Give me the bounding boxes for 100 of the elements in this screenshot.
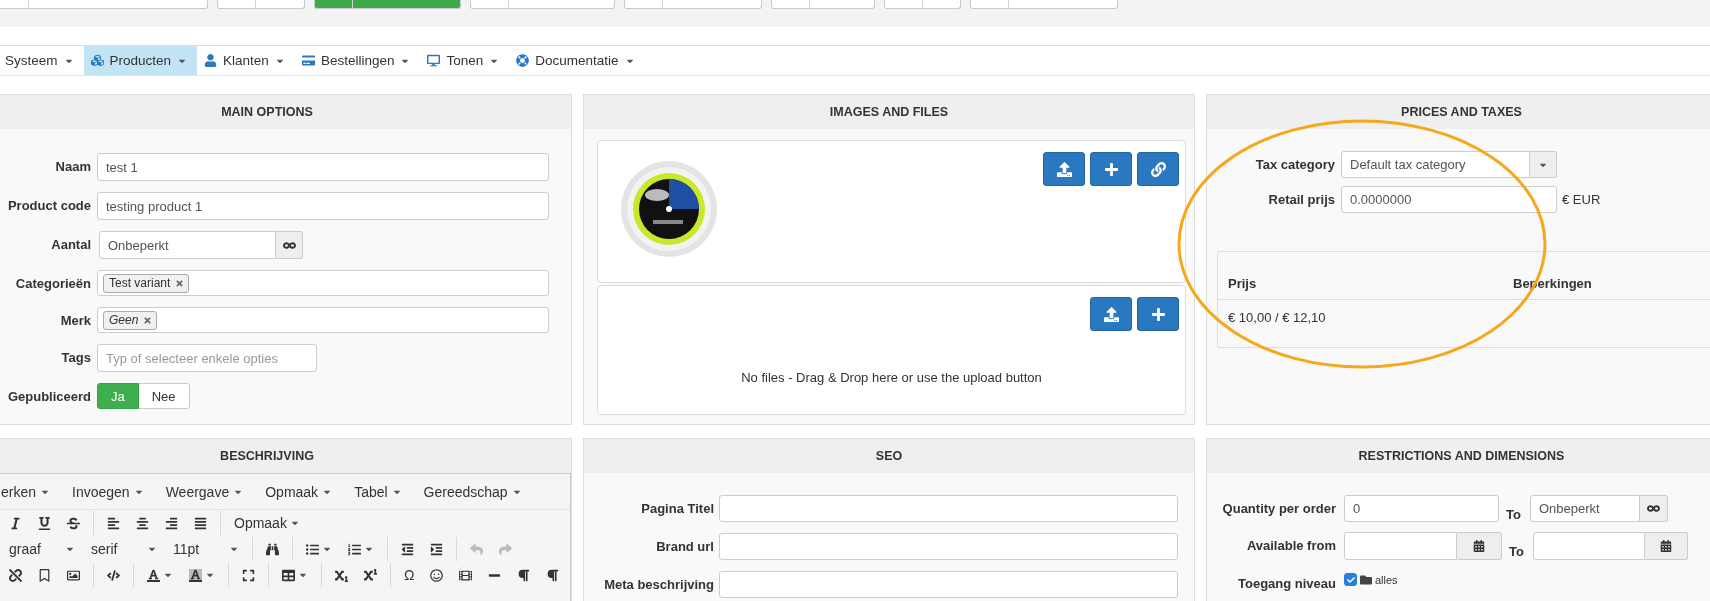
underline-icon: [38, 516, 51, 530]
text-field[interactable]: [719, 533, 1178, 560]
subscript-icon: [335, 568, 348, 582]
align-left-icon: [107, 516, 120, 530]
tag-chip[interactable]: Geen: [103, 310, 158, 330]
panel-title: RESTRICTIONS AND DIMENSIONS: [1358, 449, 1565, 463]
field-label: To: [1505, 506, 1522, 522]
table-icon: [282, 568, 295, 582]
column-header: Prijs: [1228, 276, 1258, 291]
text-field[interactable]: test 1: [97, 153, 549, 181]
date-field[interactable]: [1532, 532, 1688, 560]
nav-menu[interactable]: Systeem: [0, 46, 84, 75]
editor-menu[interactable]: Opmaak: [265, 483, 333, 500]
plus-icon: [1103, 161, 1119, 177]
tree-label: alles: [1375, 573, 1398, 586]
letter-a-icon: [147, 568, 160, 582]
upload-icon: [1103, 306, 1119, 322]
add-button[interactable]: [1090, 152, 1132, 186]
empty-message: No files - Drag & Drop here or use the upload button: [741, 370, 1042, 385]
field-label: Gepubliceerd: [7, 388, 91, 404]
infinity-icon: [1646, 502, 1660, 515]
format-menu[interactable]: Opmaak: [227, 512, 307, 534]
font-select[interactable]: serif: [84, 538, 164, 560]
ltr-icon: [517, 568, 531, 582]
upload-button[interactable]: [1043, 152, 1085, 186]
fullscreen-icon: [242, 568, 255, 582]
field-label: Meta beschrijving: [604, 576, 714, 592]
panel-title: BESCHRIJVING: [220, 449, 314, 463]
toggle-option[interactable]: Nee: [138, 383, 190, 409]
field-label: Toegang niveau: [1238, 575, 1336, 591]
panel-title: PRICES AND TAXES: [1401, 105, 1522, 119]
font-select[interactable]: 11pt: [166, 538, 246, 560]
bullet-list-icon: [306, 542, 319, 556]
tag-field[interactable]: Test variant: [97, 270, 549, 296]
tag-field[interactable]: Geen: [97, 307, 549, 333]
letter-a-icon: [189, 568, 202, 582]
text-field[interactable]: testing product 1: [97, 192, 549, 220]
field-label: Aantal: [51, 236, 91, 252]
nav-menu[interactable]: Documentatie: [509, 46, 645, 75]
field-label: Retail prijs: [1268, 191, 1335, 207]
check-icon: [1346, 575, 1355, 584]
numbered-list-icon: [348, 542, 361, 556]
undo-icon: [470, 542, 483, 556]
date-field[interactable]: [1344, 532, 1502, 560]
panel-title: MAIN OPTIONS: [221, 105, 313, 119]
indent-icon: [430, 542, 443, 556]
bookmark-icon: [38, 568, 51, 582]
field-label: Pagina Titel: [641, 500, 714, 516]
image-icon: [67, 568, 80, 582]
lifebuoy-icon: [516, 54, 530, 67]
editor-menu[interactable]: Invoegen: [72, 483, 144, 500]
remove-icon[interactable]: [175, 278, 185, 288]
tag-chip[interactable]: Test variant: [103, 273, 190, 293]
upload-button[interactable]: [1090, 297, 1132, 331]
field-label: Tax category: [1255, 156, 1335, 172]
text-field[interactable]: [719, 495, 1178, 522]
field-label: Quantity per order: [1222, 500, 1336, 516]
redo-icon: [499, 542, 512, 556]
quantity-field[interactable]: 0: [1344, 495, 1499, 522]
field-label: To: [1508, 543, 1525, 560]
price-field[interactable]: 0.0000000: [1341, 186, 1557, 213]
plus-icon: [1150, 306, 1166, 322]
emoticon-icon: [430, 568, 444, 582]
outdent-icon: [401, 542, 414, 556]
text-field[interactable]: [719, 571, 1178, 598]
field-label: Merk: [60, 312, 91, 328]
media-icon: [459, 568, 473, 582]
nav-menu[interactable]: Klanten: [197, 46, 295, 75]
field-label: Available from: [1246, 537, 1336, 553]
field-label: Product code: [7, 197, 91, 213]
editor-menu[interactable]: Weergave: [165, 483, 244, 500]
find-icon: [266, 542, 279, 556]
rtl-icon: [546, 568, 560, 582]
field-label: Brand url: [656, 538, 714, 554]
align-right-icon: [165, 516, 178, 530]
link-button[interactable]: [1137, 152, 1179, 186]
user-icon: [204, 54, 218, 67]
currency-label: € EUR: [1562, 191, 1601, 209]
field-label: Tags: [61, 349, 91, 365]
panel-title: SEO: [875, 449, 903, 463]
code-icon: [107, 568, 120, 582]
font-select[interactable]: graaf: [2, 538, 82, 560]
nav-menu[interactable]: Bestellingen: [294, 46, 421, 75]
remove-icon[interactable]: [143, 315, 153, 325]
nav-menu[interactable]: Producten: [83, 46, 198, 75]
align-center-icon: [136, 516, 149, 530]
field-label: Naam: [55, 158, 91, 174]
editor-menu[interactable]: Tabel: [354, 483, 402, 500]
link-icon: [1150, 161, 1166, 177]
monitor-icon: [427, 54, 441, 67]
editor-menu[interactable]: Gereedschap: [423, 483, 522, 500]
editor-menu[interactable]: erken: [1, 483, 51, 500]
panel-title: IMAGES AND FILES: [829, 105, 949, 119]
checkbox[interactable]: [1344, 573, 1357, 586]
add-button[interactable]: [1137, 297, 1179, 331]
special-character-button[interactable]: Ω: [397, 564, 422, 586]
nav-menu[interactable]: Tonen: [420, 46, 510, 75]
table-cell-text: € 10,00 / € 12,10: [1228, 310, 1327, 325]
cubes-icon: [90, 54, 104, 67]
italic-icon: [9, 516, 22, 530]
